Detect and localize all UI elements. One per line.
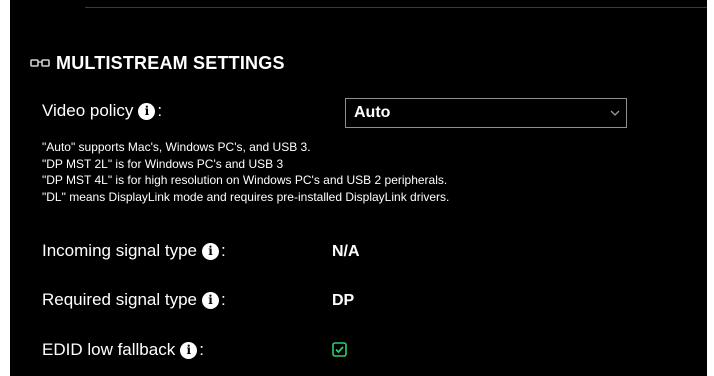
edid-fallback-checkbox[interactable] [332,342,347,357]
info-icon[interactable]: i [180,341,198,359]
video-policy-selected-value: Auto [354,104,391,121]
video-policy-select[interactable]: Auto [345,98,627,128]
section-title: MULTISTREAM SETTINGS [56,52,285,73]
info-icon[interactable]: i [138,102,156,120]
note-line: "DL" means DisplayLink mode and requires… [42,189,450,204]
incoming-signal-label: Incoming signal type [42,241,197,260]
glasses-icon [30,59,50,67]
incoming-signal-label-row: Incoming signal type i : [42,241,226,261]
colon: : [220,241,226,260]
video-policy-label: Video policy [42,101,134,120]
colon: : [157,101,163,120]
required-signal-label: Required signal type [42,290,197,309]
colon: : [220,290,226,309]
section-header: MULTISTREAM SETTINGS [30,52,285,74]
info-icon[interactable]: i [201,242,219,260]
settings-panel: MULTISTREAM SETTINGS Video policy i : Au… [10,0,707,376]
note-line: "Auto" supports Mac's, Windows PC's, and… [42,140,311,154]
video-policy-label-row: Video policy i : [42,101,162,121]
colon: : [199,340,204,359]
note-line: "DP MST 4L" is for high resolution on Wi… [42,173,448,187]
checkmark-icon [335,346,344,354]
video-policy-notes: "Auto" supports Mac's, Windows PC's, and… [42,139,449,205]
info-icon[interactable]: i [201,291,219,309]
required-signal-value: DP [332,292,355,309]
incoming-signal-value: N/A [332,243,360,260]
required-signal-label-row: Required signal type i : [42,290,226,310]
edid-fallback-label: EDID low fallback [42,340,176,359]
top-bar [10,0,707,7]
chevron-down-icon [610,110,620,116]
edid-fallback-label-row: EDID low fallback i : [42,340,204,360]
top-divider [85,7,707,8]
note-line: "DP MST 2L" is for Windows PC's and USB … [42,156,284,171]
